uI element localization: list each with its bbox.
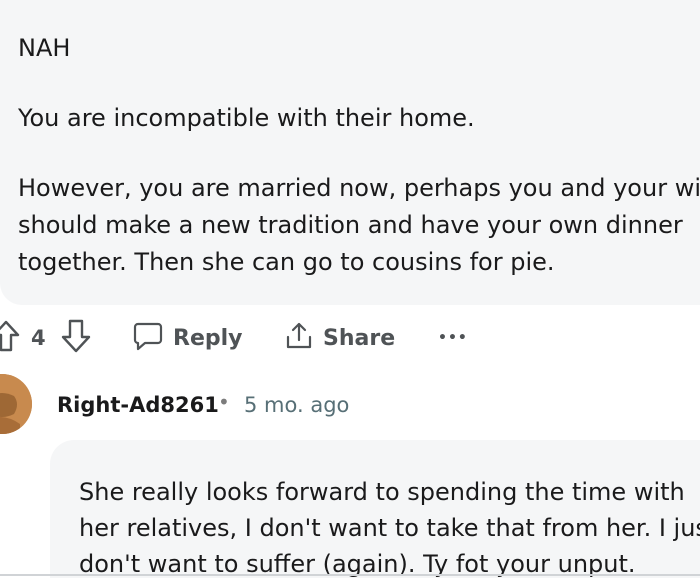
more-options-button[interactable]: •••: [438, 316, 468, 360]
downvote-icon: [58, 317, 94, 359]
upvote-button[interactable]: [0, 316, 20, 360]
more-options-icon: •••: [438, 330, 468, 346]
comment-thread: NAH You are incompatible with their home…: [0, 0, 700, 578]
reply-text: She really looks forward to spending the…: [79, 474, 700, 578]
reply-line: She really looks forward to spending the…: [79, 478, 685, 506]
comment-text: NAH You are incompatible with their home…: [18, 30, 700, 281]
avatar[interactable]: [0, 374, 32, 434]
reply-author[interactable]: Right-Ad8261: [57, 393, 219, 417]
comment-bubble-icon: [132, 320, 164, 356]
reply-line: her relatives, I don't want to take that…: [79, 514, 700, 542]
vote-count: 4: [31, 326, 46, 350]
comment-paragraph-2: You are incompatible with their home.: [18, 104, 475, 132]
comment-action-bar: 4 Reply Share •••: [0, 316, 700, 360]
divider: [0, 574, 700, 576]
comment-paragraph-verdict: NAH: [18, 34, 71, 62]
comment-line: However, you are married now, perhaps yo…: [18, 174, 700, 202]
avatar-image: [0, 374, 32, 434]
comment-line: should make a new tradition and have you…: [18, 211, 683, 239]
reply-label: Reply: [173, 325, 243, 351]
reply-button[interactable]: Reply: [132, 316, 243, 360]
downvote-button[interactable]: [58, 316, 94, 360]
reply-timestamp[interactable]: 5 mo. ago: [244, 393, 349, 417]
share-icon: [284, 320, 314, 356]
comment-paragraph-3: However, you are married now, perhaps yo…: [18, 170, 700, 281]
upvote-icon: [0, 318, 20, 358]
comment-line: together. Then she can go to cousins for…: [18, 248, 555, 276]
meta-separator: •: [218, 390, 230, 414]
share-label: Share: [323, 325, 396, 351]
share-button[interactable]: Share: [284, 316, 395, 360]
